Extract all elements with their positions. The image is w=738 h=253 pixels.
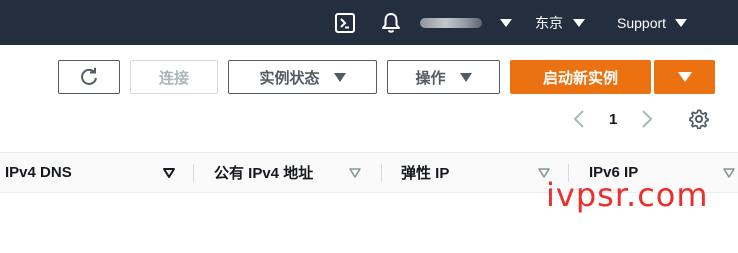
sort-icon[interactable]	[348, 167, 362, 179]
notifications-bell-icon[interactable]	[381, 0, 401, 45]
table-preferences-gear-icon[interactable]	[689, 109, 709, 134]
gear-icon	[689, 109, 709, 130]
column-label: 弹性 IP	[401, 165, 450, 182]
instance-state-dropdown[interactable]: 实例状态	[228, 60, 377, 94]
chevron-down-icon	[573, 18, 585, 27]
region-label: 东京	[535, 14, 563, 31]
refresh-icon	[81, 67, 97, 85]
support-menu[interactable]: Support	[617, 0, 688, 45]
pagination: 1	[571, 104, 655, 134]
column-label: IPv4 DNS	[5, 164, 72, 181]
refresh-button[interactable]	[58, 60, 120, 94]
cloudshell-icon[interactable]	[334, 0, 356, 45]
region-selector[interactable]: 东京	[535, 0, 585, 45]
column-label: 公有 IPv4 地址	[214, 165, 314, 182]
sort-descending-icon[interactable]	[162, 167, 176, 179]
column-header-public-ipv4[interactable]: 公有 IPv4 地址	[214, 153, 313, 192]
chevron-down-icon	[675, 18, 688, 27]
launch-instances-button[interactable]: 启动新实例	[510, 60, 651, 94]
actions-label: 操作	[415, 69, 446, 87]
connect-label: 连接	[158, 69, 189, 87]
current-page-number[interactable]: 1	[609, 111, 617, 128]
top-navigation-bar: 东京 Support	[0, 0, 738, 45]
chevron-down-icon	[677, 72, 692, 82]
column-divider	[193, 164, 194, 182]
chevron-down-icon	[500, 18, 512, 27]
account-menu[interactable]	[420, 0, 512, 45]
launch-options-dropdown[interactable]	[654, 60, 715, 94]
launch-instances-label: 启动新实例	[542, 69, 618, 87]
watermark-text: ivpsr.com	[546, 176, 709, 214]
chevron-left-icon[interactable]	[571, 108, 587, 130]
connect-button[interactable]: 连接	[130, 60, 218, 94]
instance-state-label: 实例状态	[259, 69, 320, 87]
chevron-down-icon	[333, 72, 346, 82]
account-name-redacted	[420, 17, 482, 28]
column-divider	[381, 164, 382, 182]
column-header-elastic-ip[interactable]: 弹性 IP	[401, 153, 449, 192]
column-header-ipv4-dns[interactable]: IPv4 DNS	[5, 153, 72, 192]
sort-icon[interactable]	[722, 167, 736, 179]
chevron-right-icon[interactable]	[639, 108, 655, 130]
support-label: Support	[617, 14, 667, 31]
chevron-down-icon	[459, 72, 472, 82]
actions-dropdown[interactable]: 操作	[387, 60, 500, 94]
